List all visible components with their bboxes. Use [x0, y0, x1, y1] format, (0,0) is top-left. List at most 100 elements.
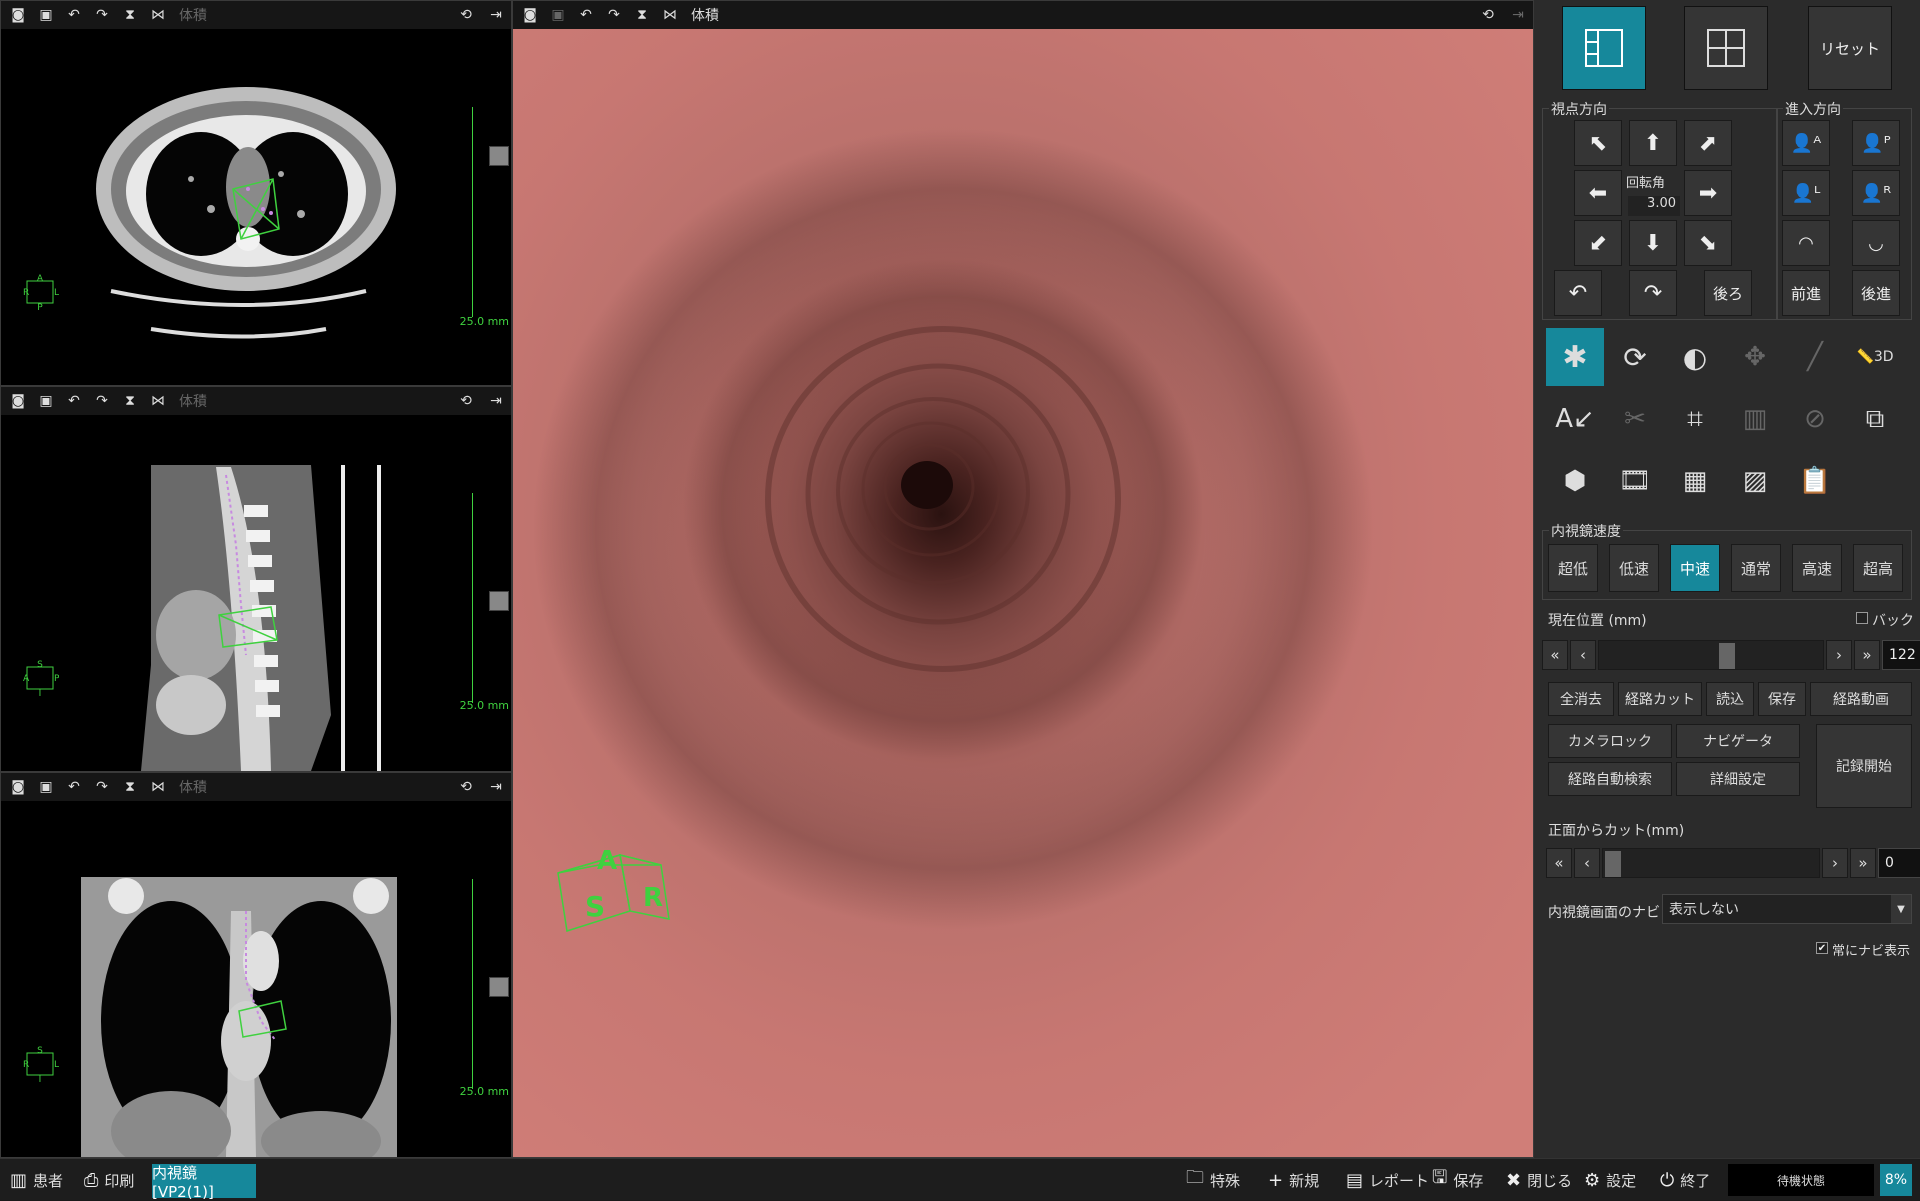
rotate-right-icon[interactable]: ↷	[91, 777, 113, 797]
speed-ultra-low-button[interactable]: 超低	[1548, 544, 1598, 592]
entry-left-button[interactable]: 👤ᴸ	[1782, 170, 1830, 216]
look-up-left-button[interactable]: ⬉	[1574, 120, 1622, 166]
speed-normal-button[interactable]: 通常	[1731, 544, 1781, 592]
flip-horizontal-icon[interactable]: ⋈	[147, 391, 169, 411]
position-track[interactable]	[1598, 640, 1824, 670]
rotate-right-icon[interactable]: ↷	[91, 391, 113, 411]
speed-low-button[interactable]: 低速	[1609, 544, 1659, 592]
look-down-right-button[interactable]: ⬊	[1684, 220, 1732, 266]
load-button[interactable]: 読込	[1706, 682, 1754, 716]
flip-horizontal-icon[interactable]: ⋈	[147, 5, 169, 25]
save-path-button[interactable]: 保存	[1758, 682, 1806, 716]
entry-head-button[interactable]: ◠	[1782, 220, 1830, 266]
start-recording-button[interactable]: 記録開始	[1816, 724, 1912, 808]
undo-icon[interactable]: ⟲	[455, 777, 477, 797]
map-tool[interactable]: ⧉	[1846, 390, 1904, 448]
position-slider[interactable]: « ‹ › » 122	[1542, 640, 1920, 670]
axial-viewport[interactable]: ◙ ▣ ↶ ↷ ⧗ ⋈ 体積 ⟲ ⇥ 25.0 mm A R L P	[0, 0, 512, 386]
flip-horizontal-icon[interactable]: ⋈	[659, 5, 681, 25]
entry-right-button[interactable]: 👤ᴿ	[1852, 170, 1900, 216]
hide-tool[interactable]: ⊘	[1786, 390, 1844, 448]
layout-2x2-button[interactable]	[1684, 6, 1768, 90]
path-cut-button[interactable]: 経路カット	[1618, 682, 1702, 716]
look-down-left-button[interactable]: ⬋	[1574, 220, 1622, 266]
camera-icon[interactable]: ◙	[7, 391, 29, 411]
snapshot-icon[interactable]: ▣	[547, 5, 569, 25]
prev-icon[interactable]: ‹	[1570, 640, 1596, 670]
first-icon[interactable]: «	[1546, 848, 1572, 878]
camera-icon[interactable]: ◙	[7, 5, 29, 25]
front-cut-thumb[interactable]	[1605, 851, 1621, 877]
rotate-cw-button[interactable]: ↷	[1629, 270, 1677, 316]
coronal-viewport[interactable]: ◙ ▣ ↶ ↷ ⧗ ⋈ 体積 ⟲ ⇥ 25.0 mm S R L I	[0, 772, 512, 1158]
images-tool[interactable]: ▦	[1666, 452, 1724, 510]
ruler-tool[interactable]: ╱	[1786, 328, 1844, 386]
backward-button[interactable]: 後進	[1852, 270, 1900, 316]
rotate-left-icon[interactable]: ↶	[63, 5, 85, 25]
back-button[interactable]: 後ろ	[1704, 270, 1752, 316]
last-icon[interactable]: »	[1854, 640, 1880, 670]
reset-button[interactable]: リセット	[1808, 6, 1892, 90]
flip-vertical-icon[interactable]: ⧗	[631, 5, 653, 25]
next-icon[interactable]: ›	[1822, 848, 1848, 878]
new-button[interactable]: + 新規	[1268, 1159, 1319, 1201]
look-down-button[interactable]: ⬇	[1629, 220, 1677, 266]
camera-icon[interactable]: ◙	[519, 5, 541, 25]
slice-slider-thumb[interactable]	[489, 146, 509, 166]
clear-all-button[interactable]: 全消去	[1548, 682, 1614, 716]
look-up-button[interactable]: ⬆	[1629, 120, 1677, 166]
maximize-icon[interactable]: ⇥	[485, 391, 507, 411]
snapshot-icon[interactable]: ▣	[35, 391, 57, 411]
rotate-right-icon[interactable]: ↷	[603, 5, 625, 25]
look-up-right-button[interactable]: ⬈	[1684, 120, 1732, 166]
maximize-icon[interactable]: ⇥	[1507, 5, 1529, 25]
front-cut-value[interactable]: 0	[1878, 848, 1920, 878]
first-icon[interactable]: «	[1542, 640, 1568, 670]
film-tool[interactable]: 🎞	[1606, 452, 1664, 510]
annotation-tool[interactable]: A↙	[1546, 390, 1604, 448]
slice-slider-thumb[interactable]	[489, 977, 509, 997]
cubes-tool[interactable]: ⬢	[1546, 452, 1604, 510]
speed-ultra-high-button[interactable]: 超高	[1853, 544, 1903, 592]
navigator-button[interactable]: ナビゲータ	[1676, 724, 1800, 758]
clipboard-tool[interactable]: 📋	[1786, 452, 1844, 510]
undo-icon[interactable]: ⟲	[455, 391, 477, 411]
back-checkbox[interactable]	[1856, 612, 1868, 624]
position-thumb[interactable]	[1719, 643, 1736, 669]
front-cut-track[interactable]	[1602, 848, 1820, 878]
speed-high-button[interactable]: 高速	[1792, 544, 1842, 592]
snapshot-icon[interactable]: ▣	[35, 5, 57, 25]
pan-tool[interactable]: ✥	[1726, 328, 1784, 386]
special-button[interactable]: 🗀 特殊	[1186, 1159, 1240, 1201]
endoscopic-viewport[interactable]: ◙ ▣ ↶ ↷ ⧗ ⋈ 体積 ⟲ ⇥ A S R	[512, 0, 1534, 1158]
path-movie-button[interactable]: 経路動画	[1810, 682, 1912, 716]
report-button[interactable]: ▤ レポート	[1346, 1159, 1429, 1201]
slice-slider-thumb[interactable]	[489, 591, 509, 611]
front-cut-slider[interactable]: « ‹ › » 0	[1542, 848, 1920, 878]
crop-tool[interactable]: ⌗	[1666, 390, 1724, 448]
active-tab[interactable]: 内視鏡[VP2(1)]	[152, 1164, 256, 1201]
rotate-left-icon[interactable]: ↶	[63, 391, 85, 411]
last-icon[interactable]: »	[1850, 848, 1876, 878]
flip-vertical-icon[interactable]: ⧗	[119, 777, 141, 797]
auto-path-search-button[interactable]: 経路自動検索	[1548, 762, 1672, 796]
ruler-3d-tool[interactable]: 📏3D	[1846, 328, 1904, 386]
rotate-3d-tool[interactable]: ⟳	[1606, 328, 1664, 386]
speed-medium-button[interactable]: 中速	[1670, 544, 1720, 592]
rotate-ccw-button[interactable]: ↶	[1554, 270, 1602, 316]
prev-icon[interactable]: ‹	[1574, 848, 1600, 878]
patient-button[interactable]: ▥ 患者	[10, 1159, 63, 1201]
sagittal-viewport[interactable]: ◙ ▣ ↶ ↷ ⧗ ⋈ 体積 ⟲ ⇥ 25.0 mm S A P I	[0, 386, 512, 772]
entry-posterior-button[interactable]: 👤ᴾ	[1852, 120, 1900, 166]
rotate-right-icon[interactable]: ↷	[91, 5, 113, 25]
layers-tool[interactable]: ▥	[1726, 390, 1784, 448]
navigation-tool[interactable]: ✱	[1546, 328, 1604, 386]
maximize-icon[interactable]: ⇥	[485, 777, 507, 797]
window-level-tool[interactable]: ◐	[1666, 328, 1724, 386]
always-show-checkbox[interactable]: ✔	[1816, 942, 1828, 954]
hatch-tool[interactable]: ▨	[1726, 452, 1784, 510]
next-icon[interactable]: ›	[1826, 640, 1852, 670]
undo-icon[interactable]: ⟲	[455, 5, 477, 25]
entry-foot-button[interactable]: ◡	[1852, 220, 1900, 266]
save-button[interactable]: 🖫 保存	[1432, 1159, 1483, 1201]
